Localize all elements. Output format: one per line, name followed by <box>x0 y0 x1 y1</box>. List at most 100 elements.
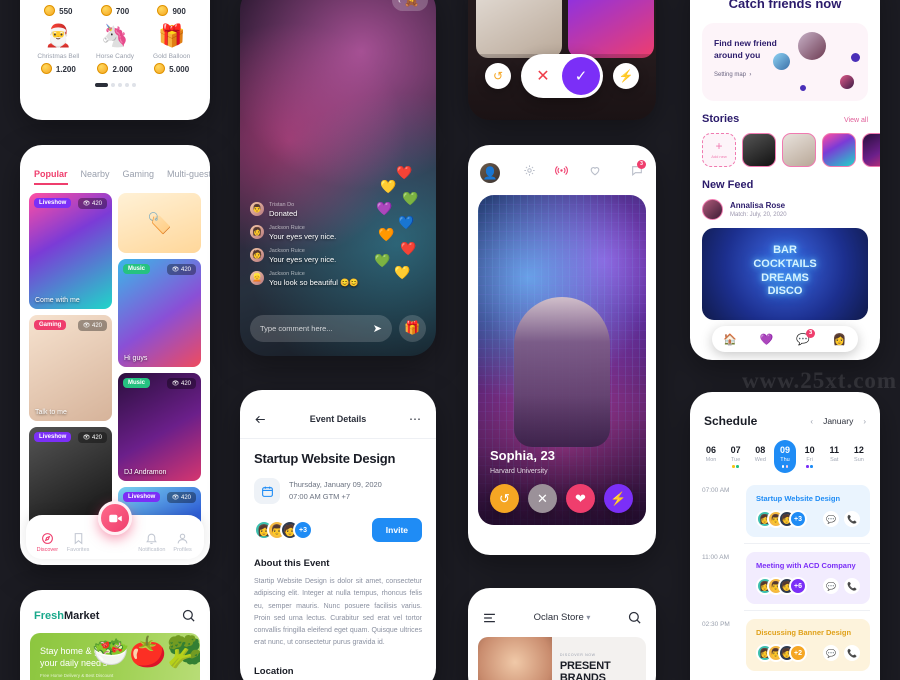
hamburger-icon[interactable] <box>482 612 497 624</box>
next-month-button[interactable]: › <box>863 417 866 426</box>
live-button[interactable] <box>546 164 579 182</box>
profile-photo[interactable]: Sophia, 23 Harvard University ↺ ✕ ❤ ⚡ <box>478 195 646 525</box>
add-story-button[interactable]: + Add new <box>702 133 736 167</box>
go-live-button[interactable] <box>98 501 132 535</box>
schedule-event[interactable]: Discussing Banner Design 👩 👨 🧑 +2 💬 📞 <box>746 619 870 671</box>
story-item[interactable] <box>742 133 776 167</box>
story-item[interactable] <box>822 133 856 167</box>
profile-avatar-wrap[interactable]: 👤 <box>480 163 513 183</box>
tab-multi-guest[interactable]: Multi-guest <box>167 169 210 185</box>
day-cell[interactable]: 07 Tue <box>725 440 747 473</box>
home-icon[interactable]: 🏠 <box>723 333 737 346</box>
feed-author[interactable]: Annalisa Rose Match: July, 20, 2020 <box>690 191 880 220</box>
market-banner[interactable]: Stay home & get your daily need's Free H… <box>30 633 200 680</box>
prev-month-button[interactable]: ‹ <box>810 417 813 426</box>
more-horizontal-icon[interactable]: ⋯ <box>409 412 422 426</box>
tab-nearby[interactable]: Nearby <box>81 169 110 185</box>
tab-popular[interactable]: Popular <box>34 169 68 185</box>
avatar-stack[interactable]: 👩 👨 🧑 +3 <box>254 520 313 540</box>
comment-input[interactable]: Type comment here... ➤ <box>250 315 392 342</box>
gift-item[interactable]: 🍧 Pink Cream Cone 700 <box>87 0 144 18</box>
day-cell[interactable]: 10 Fri <box>799 440 821 473</box>
carousel-dot[interactable] <box>124 83 129 87</box>
stream-tile[interactable]: Music 👁 420 Hi guys <box>118 259 201 367</box>
feed-post[interactable]: BAR COCKTAILS DREAMS DISCO <box>702 228 868 320</box>
messages-button[interactable]: 3 <box>611 160 646 182</box>
invite-button[interactable]: Invite <box>371 518 422 542</box>
call-icon[interactable]: 📞 <box>844 578 860 594</box>
day-cell[interactable]: 06 Mon <box>700 440 722 473</box>
gift-item[interactable]: 🦄 Horse Candy 2.000 <box>87 18 144 76</box>
stream-tile[interactable]: Liveshow 👁 420 Come with me <box>29 193 112 309</box>
sidebar-item-notification[interactable]: Notification <box>137 532 168 553</box>
deck-actions: ↺ ✕ ✓ ⚡ <box>468 54 656 98</box>
day-cell-selected[interactable]: 09 Thu <box>773 440 796 473</box>
send-icon[interactable]: ➤ <box>373 322 382 335</box>
friend-bubble[interactable] <box>840 75 854 89</box>
timeline-divider <box>744 610 870 611</box>
tab-label: Notification <box>138 547 166 553</box>
chat-icon[interactable]: 💬 <box>823 578 839 594</box>
attendee-overflow: +3 <box>293 520 313 540</box>
story-item[interactable] <box>862 133 880 167</box>
heart-icon[interactable]: 💜 <box>760 333 774 346</box>
view-all-link[interactable]: View all <box>844 117 868 124</box>
day-cell[interactable]: 08 Wed <box>749 440 771 473</box>
setting-map-link[interactable]: Setting map › <box>714 72 856 78</box>
stories-row[interactable]: + Add new <box>690 125 880 167</box>
arrow-left-icon[interactable] <box>254 413 267 426</box>
chat-icon[interactable]: 💬 <box>823 645 839 661</box>
boost-button[interactable]: ⚡ <box>604 484 633 513</box>
tab-gaming[interactable]: Gaming <box>123 169 155 185</box>
likes-button[interactable] <box>578 164 611 182</box>
call-icon[interactable]: 📞 <box>844 645 860 661</box>
reject-button[interactable]: ✕ <box>528 484 557 513</box>
schedule-event[interactable]: Startup Website Design 👩 👨 🧑 +3 💬 📞 <box>746 485 870 537</box>
sidebar-item-discover[interactable]: Discover <box>32 532 63 553</box>
avatar-stack[interactable]: 👩 👨 🧑 +6 <box>756 577 807 595</box>
reject-button[interactable]: ✕ <box>524 57 562 95</box>
carousel-dot[interactable] <box>117 83 122 87</box>
gift-received-badge[interactable]: ‹ 🧸 <box>392 0 428 11</box>
undo-button[interactable]: ↺ <box>490 484 519 513</box>
day-cell[interactable]: 11 Sat <box>823 440 845 473</box>
chevron-down-icon[interactable]: ▾ <box>586 613 590 622</box>
undo-button[interactable]: ↺ <box>485 63 511 89</box>
call-icon[interactable]: 📞 <box>844 511 860 527</box>
gift-item[interactable]: 🍓 Fruits Cream 900 <box>143 0 200 18</box>
friend-bubble[interactable] <box>798 32 826 60</box>
accept-button[interactable]: ✓ <box>562 57 600 95</box>
carousel-dot[interactable] <box>94 83 108 87</box>
gift-item[interactable]: 🎁 Gold Balloon 5.000 <box>143 18 200 76</box>
gift-item[interactable]: 🎅 Christmas Bell 1.200 <box>30 18 87 76</box>
schedule-event[interactable]: Meeting with ACD Company 👩 👨 🧑 +6 💬 📞 <box>746 552 870 604</box>
sidebar-item-profiles[interactable]: Profiles <box>167 532 198 553</box>
chat-icon[interactable]: 💬 <box>823 511 839 527</box>
stream-tile[interactable]: Gaming 👁 420 Talk to me <box>29 315 112 421</box>
day-cell[interactable]: 12 Sun <box>848 440 870 473</box>
profile-icon[interactable]: 👩 <box>833 333 847 346</box>
carousel-dot[interactable] <box>131 83 136 87</box>
find-friends-panel[interactable]: Find new friend around you Setting map › <box>702 23 868 101</box>
promo-tile[interactable]: 🏷️ <box>118 193 201 253</box>
deck-photo[interactable] <box>568 0 654 58</box>
carousel-dot[interactable] <box>110 83 115 87</box>
boost-button[interactable]: ⚡ <box>613 63 639 89</box>
chat-icon[interactable]: 💬 3 <box>796 328 816 346</box>
sidebar-item-favorites[interactable]: Favorites <box>63 532 94 553</box>
search-icon[interactable] <box>627 610 642 625</box>
search-icon[interactable] <box>181 608 196 623</box>
avatar-stack[interactable]: 👩 👨 🧑 +3 <box>756 510 807 528</box>
store-hero[interactable]: DISCOVER NOW PRESENT BRANDS Lorem ipsum … <box>478 637 646 680</box>
avatar-stack[interactable]: 👩 👨 🧑 +2 <box>756 644 807 662</box>
like-button[interactable]: ❤ <box>566 484 595 513</box>
settings-button[interactable] <box>513 164 546 182</box>
comment-placeholder: Type comment here... <box>260 324 333 333</box>
send-gift-button[interactable]: 🎁 <box>399 315 426 342</box>
story-item[interactable] <box>782 133 816 167</box>
stream-tile[interactable]: Music 👁 420 DJ Andramon <box>118 373 201 481</box>
carousel-dots[interactable] <box>20 83 210 87</box>
gift-item[interactable]: 🍦 Chocolate Cream 550 <box>30 0 87 18</box>
deck-photo[interactable] <box>476 0 562 58</box>
friend-bubble[interactable] <box>773 53 790 70</box>
